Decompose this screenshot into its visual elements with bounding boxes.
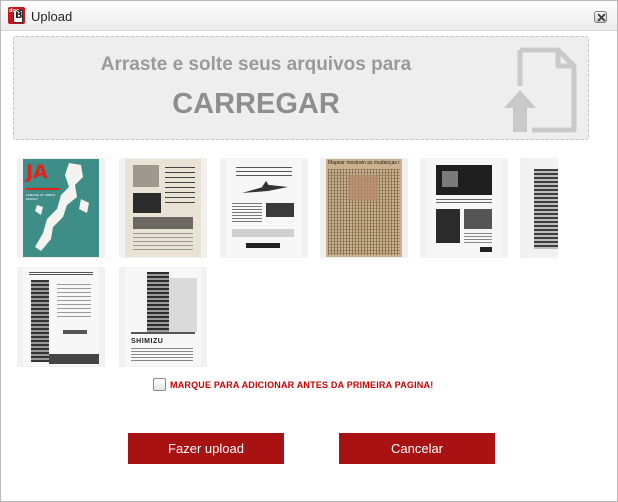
thumbnail-4-headline: Mapear mostram as mudanças no cidad	[328, 160, 400, 166]
cancel-button[interactable]: Cancelar	[339, 433, 495, 464]
app-logo-tag: doc	[9, 8, 19, 14]
app-logo-icon: doc	[8, 7, 25, 24]
dialog-title: Upload	[31, 9, 73, 24]
thumbnail-2[interactable]	[119, 158, 207, 258]
thumbnail-6[interactable]	[520, 158, 558, 258]
thumbnail-8[interactable]: SHIMIZU	[119, 267, 207, 367]
upload-dialog: doc Upload Arraste e solte seus arquivos…	[0, 0, 618, 502]
thumbnail-4[interactable]: Mapear mostram as mudanças no cidad	[320, 158, 408, 258]
thumbnail-3[interactable]	[220, 158, 308, 258]
close-icon	[597, 13, 606, 22]
drop-zone[interactable]: Arraste e solte seus arquivos para CARRE…	[13, 36, 589, 140]
thumbnail-1[interactable]: JA LINEAGE OF URBAN DESIGN	[17, 158, 105, 258]
prepend-checkbox[interactable]	[153, 378, 166, 391]
thumbnail-5[interactable]	[420, 158, 508, 258]
drop-zone-action: CARREGAR	[172, 88, 340, 120]
upload-button[interactable]: Fazer upload	[128, 433, 284, 464]
thumbnail-7[interactable]	[17, 267, 105, 367]
thumbnail-8-headline: SHIMIZU	[131, 338, 164, 345]
prepend-checkbox-label[interactable]: MARQUE PARA ADICIONAR ANTES DA PRIMEIRA …	[170, 380, 433, 390]
thumbnail-grid: JA LINEAGE OF URBAN DESIGN Mapear mostra…	[17, 158, 558, 368]
close-button[interactable]	[594, 11, 607, 23]
title-bar: doc Upload	[1, 1, 617, 31]
file-upload-icon	[504, 47, 577, 133]
drop-zone-instruction: Arraste e solte seus arquivos para	[100, 54, 412, 75]
